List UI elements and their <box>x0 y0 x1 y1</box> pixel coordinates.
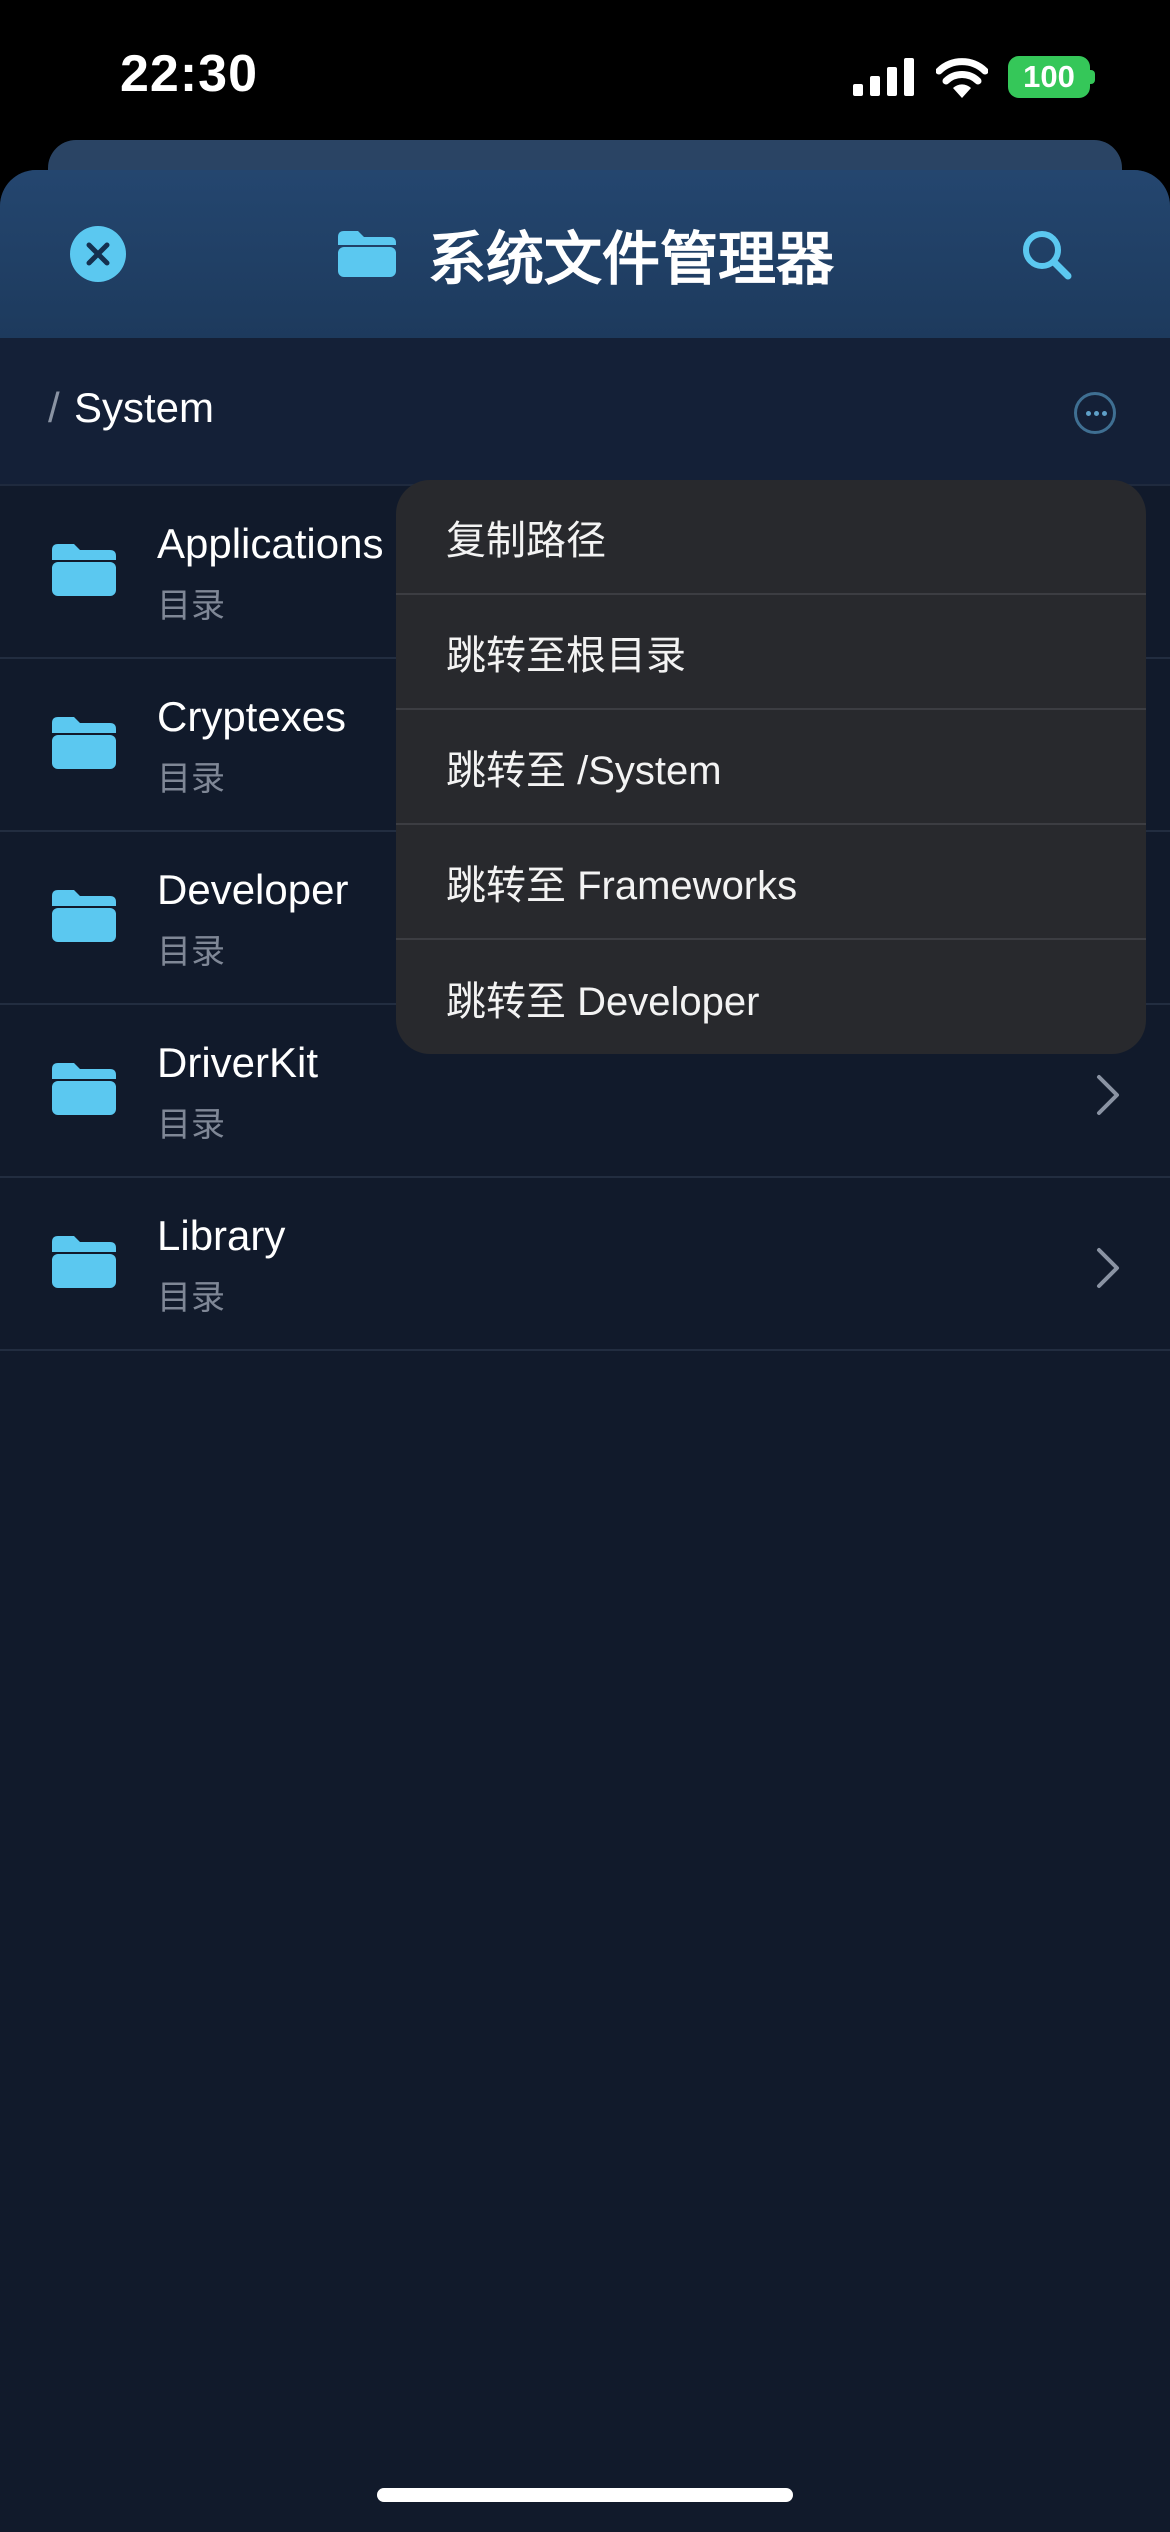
status-time: 22:30 <box>120 45 258 103</box>
navigation-bar: 系统文件管理器 <box>0 170 1170 338</box>
breadcrumb: / System <box>0 338 1170 486</box>
file-name: DriverKit <box>157 1039 319 1086</box>
file-type: 目录 <box>157 1279 225 1317</box>
context-menu: 复制路径 跳转至根目录 跳转至 /System 跳转至 Frameworks 跳… <box>396 480 1146 1054</box>
file-name: Applications <box>157 520 384 567</box>
file-name: Developer <box>157 866 349 913</box>
title-group: 系统文件管理器 <box>0 170 1170 338</box>
chevron-right-icon <box>1097 1248 1119 1288</box>
folder-icon <box>52 717 116 769</box>
file-type: 目录 <box>157 587 225 625</box>
status-bar: 22:30 100 <box>0 0 1170 150</box>
battery-nub <box>1089 70 1095 84</box>
file-type: 目录 <box>157 933 225 971</box>
screen: 22:30 100 系统文件管理器 / System Applications … <box>0 0 1170 2532</box>
search-icon[interactable] <box>1018 226 1076 284</box>
menu-item-go-root[interactable]: 跳转至根目录 <box>396 595 1146 710</box>
folder-icon <box>52 1236 116 1288</box>
folder-icon <box>337 231 396 277</box>
ellipsis-icon-dot <box>1086 411 1091 416</box>
menu-item-go-frameworks[interactable]: 跳转至 Frameworks <box>396 825 1146 940</box>
folder-icon <box>52 890 116 942</box>
wifi-icon <box>936 58 988 98</box>
cellular-signal-icon <box>853 58 914 96</box>
menu-item-go-developer[interactable]: 跳转至 Developer <box>396 940 1146 1054</box>
page-title: 系统文件管理器 <box>427 227 834 292</box>
ellipsis-icon-dot <box>1094 411 1099 416</box>
battery-indicator: 100 <box>1008 56 1090 98</box>
file-type: 目录 <box>157 1106 225 1144</box>
folder-icon <box>52 544 116 596</box>
file-type: 目录 <box>157 760 225 798</box>
file-name: Cryptexes <box>157 693 347 740</box>
menu-item-copy-path[interactable]: 复制路径 <box>396 480 1146 595</box>
path-separator: / <box>48 384 60 431</box>
file-row[interactable]: Library 目录 <box>0 1178 1170 1351</box>
menu-item-go-system[interactable]: 跳转至 /System <box>396 710 1146 825</box>
file-name: Library <box>157 1212 286 1259</box>
path-current[interactable]: System <box>74 384 214 432</box>
home-indicator[interactable] <box>377 2488 793 2502</box>
more-options-button[interactable] <box>1074 392 1116 434</box>
chevron-right-icon <box>1097 1075 1119 1115</box>
folder-icon <box>52 1063 116 1115</box>
ellipsis-icon-dot <box>1102 411 1107 416</box>
